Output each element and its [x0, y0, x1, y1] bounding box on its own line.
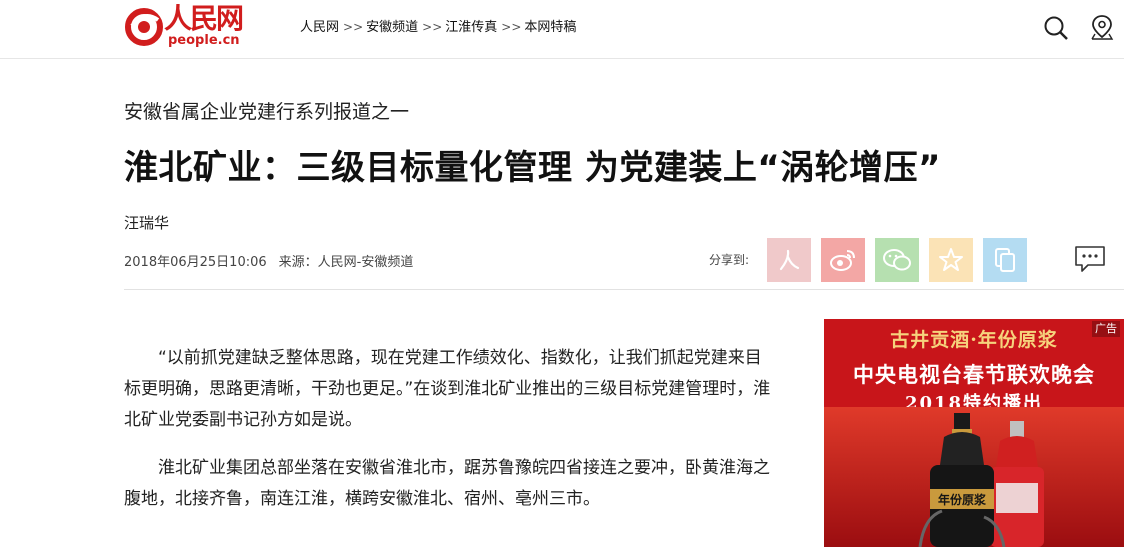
advertisement-banner[interactable]: 广告 古井贡酒·年份原浆 中央电视台春节联欢晚会 2018特约播出 年份原浆 [824, 319, 1124, 547]
breadcrumb-separator: >> [422, 20, 443, 34]
wechat-icon [883, 249, 911, 271]
renmin-icon [779, 249, 800, 271]
ad-bottle-label: 年份原浆 [938, 492, 987, 507]
publish-date: 2018年06月25日10:06 [124, 255, 267, 270]
breadcrumb-item-jianghuai[interactable]: 江淮传真 [445, 20, 497, 35]
logo-text: 人民网 [164, 2, 244, 35]
breadcrumb-item-renmin[interactable]: 人民网 [300, 20, 339, 35]
logo-mark-icon [125, 8, 163, 46]
article-paragraph: “以前抓党建缺乏整体思路，现在党建工作绩效化、指数化，让我们抓起党建来目标更明确… [124, 348, 771, 430]
share-wechat-button[interactable] [875, 238, 919, 282]
article-author: 汪瑞华 [124, 214, 170, 232]
article-meta: 2018年06月25日10:06 来源：人民网-安徽频道 [124, 251, 413, 270]
article-title: 淮北矿业：三级目标量化管理 为党建装上“涡轮增压” [124, 148, 942, 188]
share-weibo-button[interactable] [821, 238, 865, 282]
weibo-icon [830, 250, 855, 271]
article-paragraph: 淮北矿业集团总部坐落在安徽省淮北市，踞苏鲁豫皖四省接连之要冲，卧黄淮海之腹地，北… [124, 458, 770, 509]
breadcrumb: 人民网 >> 安徽频道 >> 江淮传真 >> 本网特稿 [300, 16, 576, 35]
ad-bottles-image: 年份原浆 [824, 407, 1124, 547]
copy-icon [995, 248, 1015, 272]
breadcrumb-separator: >> [343, 20, 364, 34]
share-qzone-button[interactable] [929, 238, 973, 282]
logo-url: people.cn [168, 33, 240, 48]
location-pin-icon[interactable] [1089, 14, 1115, 42]
article-kicker: 安徽省属企业党建行系列报道之一 [124, 101, 410, 123]
comment-icon[interactable] [1074, 245, 1106, 273]
breadcrumb-item-anhui[interactable]: 安徽频道 [366, 20, 418, 35]
breadcrumb-item-special[interactable]: 本网特稿 [524, 20, 576, 35]
search-icon[interactable] [1043, 14, 1069, 42]
top-bar: 人民网 people.cn 人民网 >> 安徽频道 >> 江淮传真 >> 本网特稿 [0, 0, 1124, 58]
ad-headline: 中央电视台春节联欢晚会 [853, 363, 1095, 387]
breadcrumb-separator: >> [501, 20, 522, 34]
site-logo[interactable]: 人民网 people.cn [124, 4, 244, 48]
ad-brand: 古井贡酒·年份原浆 [890, 329, 1058, 351]
article-source[interactable]: 来源：人民网-安徽频道 [279, 255, 414, 270]
share-copy-button[interactable] [983, 238, 1027, 282]
share-label: 分享到: [709, 253, 750, 267]
header-divider [0, 58, 1124, 59]
qzone-star-icon [939, 248, 963, 271]
share-renmin-button[interactable] [767, 238, 811, 282]
meta-divider [124, 289, 1124, 290]
article-body: “以前抓党建缺乏整体思路，现在党建工作绩效化、指数化，让我们抓起党建来目标更明确… [124, 343, 776, 532]
